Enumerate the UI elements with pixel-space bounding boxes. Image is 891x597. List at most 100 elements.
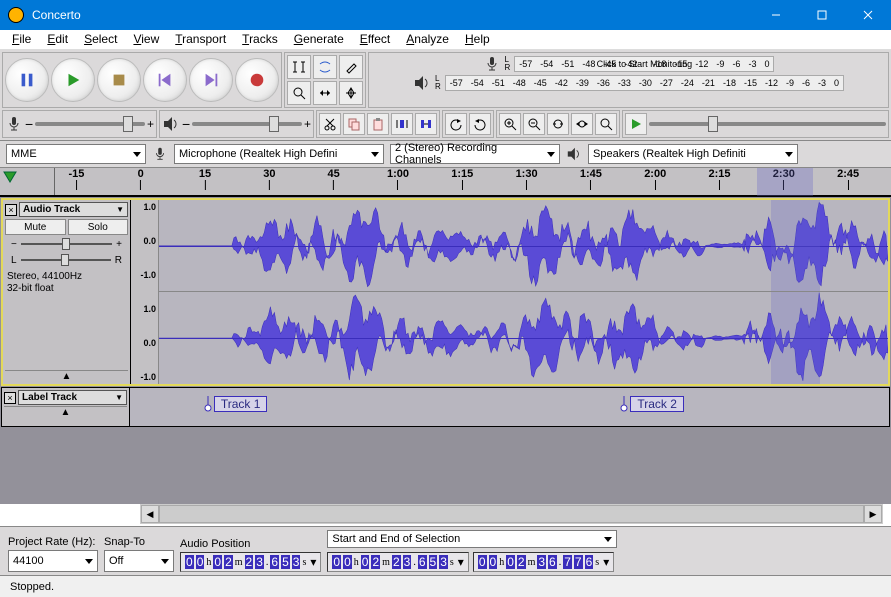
envelope-tool-icon[interactable] xyxy=(313,55,337,79)
playback-volume-slider[interactable]: − + xyxy=(182,116,311,132)
pin-playhead-icon[interactable] xyxy=(2,170,18,186)
rec-lr-label: LR xyxy=(505,56,511,72)
speaker-icon xyxy=(566,146,582,162)
track-close-button[interactable]: × xyxy=(5,204,17,216)
meters-toolbar: LR -57-54-51-48-45-42Click to Start Moni… xyxy=(368,52,889,108)
status-bar: Stopped. xyxy=(0,575,891,597)
project-rate-select[interactable]: 44100 xyxy=(8,550,98,572)
multi-tool-icon[interactable] xyxy=(339,81,363,105)
silence-icon[interactable] xyxy=(415,113,437,135)
stop-button[interactable] xyxy=(97,58,141,102)
trim-icon[interactable] xyxy=(391,113,413,135)
mute-button[interactable]: Mute xyxy=(5,219,66,235)
timeshift-tool-icon[interactable] xyxy=(313,81,337,105)
skip-end-button[interactable] xyxy=(189,58,233,102)
menu-edit[interactable]: Edit xyxy=(39,30,76,49)
horizontal-scrollbar[interactable]: ◀ ▶ xyxy=(140,504,883,524)
mic-icon[interactable] xyxy=(483,55,501,73)
zoom-toolbar xyxy=(496,110,620,138)
selection-mode-select[interactable]: Start and End of Selection xyxy=(327,530,617,548)
fit-selection-icon[interactable] xyxy=(547,113,569,135)
menu-tracks[interactable]: Tracks xyxy=(234,30,286,49)
copy-icon[interactable] xyxy=(343,113,365,135)
undo-icon[interactable] xyxy=(445,113,467,135)
menu-select[interactable]: Select xyxy=(76,30,125,49)
recording-channels-select[interactable]: 2 (Stereo) Recording Channels xyxy=(390,144,560,164)
zoom-tool-icon[interactable] xyxy=(287,81,311,105)
cut-icon[interactable] xyxy=(319,113,341,135)
zoom-out-icon[interactable] xyxy=(523,113,545,135)
edit-toolbar xyxy=(316,110,440,138)
project-rate-label: Project Rate (Hz): xyxy=(8,536,98,548)
selection-toolbar: Project Rate (Hz): 44100 Snap-To Off Aud… xyxy=(0,526,891,575)
menu-transport[interactable]: Transport xyxy=(167,30,234,49)
draw-tool-icon[interactable] xyxy=(339,55,363,79)
audio-host-select[interactable]: MME xyxy=(6,144,146,164)
menu-analyze[interactable]: Analyze xyxy=(398,30,457,49)
chevron-down-icon xyxy=(547,152,555,157)
pan-slider[interactable]: LR xyxy=(5,253,128,267)
gain-slider[interactable]: −+ xyxy=(5,237,128,251)
maximize-button[interactable] xyxy=(799,0,845,30)
device-toolbar: MME Microphone (Realtek High Defini 2 (S… xyxy=(0,141,891,168)
solo-button[interactable]: Solo xyxy=(68,219,129,235)
chevron-down-icon xyxy=(133,152,141,157)
record-button[interactable] xyxy=(235,58,279,102)
close-button[interactable] xyxy=(845,0,891,30)
speaker-icon[interactable] xyxy=(413,74,431,92)
mic-icon xyxy=(5,115,23,133)
tools-toolbar xyxy=(284,52,366,108)
track-collapse-button[interactable]: ▲ xyxy=(5,370,128,382)
recording-volume-slider[interactable]: − + xyxy=(25,116,154,132)
scroll-left-button[interactable]: ◀ xyxy=(141,505,159,523)
mic-icon xyxy=(152,146,168,162)
play-at-speed-button[interactable] xyxy=(625,113,647,135)
track-format-info: Stereo, 44100Hz 32-bit float xyxy=(5,269,128,297)
fit-project-icon[interactable] xyxy=(571,113,593,135)
menu-generate[interactable]: Generate xyxy=(286,30,352,49)
selection-end-field[interactable]: 00h02m36.776s▾ xyxy=(473,552,614,572)
pause-button[interactable] xyxy=(5,58,49,102)
track-name-dropdown[interactable]: Audio Track▼ xyxy=(19,202,128,217)
playback-device-select[interactable]: Speakers (Realtek High Definiti xyxy=(588,144,798,164)
play-button[interactable] xyxy=(51,58,95,102)
zoom-toggle-icon[interactable] xyxy=(595,113,617,135)
selection-start-field[interactable]: 00h02m23.653s▾ xyxy=(327,552,468,572)
track-name-dropdown[interactable]: Label Track▼ xyxy=(18,390,127,405)
chevron-down-icon xyxy=(85,559,93,564)
selection-tool-icon[interactable] xyxy=(287,55,311,79)
playback-meter[interactable]: -57-54-51-48-45-42-39-36-33-30-27-24-21-… xyxy=(445,75,844,91)
redo-icon[interactable] xyxy=(469,113,491,135)
zoom-in-icon[interactable] xyxy=(499,113,521,135)
skip-start-button[interactable] xyxy=(143,58,187,102)
titlebar: Concerto xyxy=(0,0,891,30)
minimize-button[interactable] xyxy=(753,0,799,30)
status-text: Stopped. xyxy=(10,581,54,593)
scroll-right-button[interactable]: ▶ xyxy=(864,505,882,523)
snap-to-select[interactable]: Off xyxy=(104,550,174,572)
transport-toolbar xyxy=(2,52,282,108)
menu-help[interactable]: Help xyxy=(457,30,498,49)
track-close-button[interactable]: × xyxy=(4,392,16,404)
label-marker[interactable]: Track 1 xyxy=(202,396,268,412)
track-collapse-button[interactable]: ▲ xyxy=(4,406,127,418)
menu-view[interactable]: View xyxy=(125,30,167,49)
undo-toolbar xyxy=(442,110,494,138)
snap-to-label: Snap-To xyxy=(104,536,174,548)
recording-meter[interactable]: -57-54-51-48-45-42Click to Start Monitor… xyxy=(514,56,774,72)
label-marker[interactable]: Track 2 xyxy=(618,396,684,412)
window-title: Concerto xyxy=(32,8,753,22)
audio-position-field[interactable]: 00h02m23.653s▾ xyxy=(180,552,321,572)
track-control-panel: × Audio Track▼ Mute Solo −+ LR Stereo, 4… xyxy=(3,200,131,384)
timeline-ruler[interactable]: -1501530451:001:151:301:452:002:152:302:… xyxy=(0,168,891,196)
label-track-body[interactable]: Track 1 Track 2 xyxy=(130,388,889,426)
playback-speed-slider[interactable] xyxy=(649,122,886,126)
menu-effect[interactable]: Effect xyxy=(352,30,398,49)
audio-position-label: Audio Position xyxy=(180,538,321,550)
paste-icon[interactable] xyxy=(367,113,389,135)
recording-device-select[interactable]: Microphone (Realtek High Defini xyxy=(174,144,384,164)
app-logo-icon xyxy=(8,7,24,23)
toolbars: LR -57-54-51-48-45-42Click to Start Moni… xyxy=(0,50,891,141)
menu-file[interactable]: File xyxy=(4,30,39,49)
waveform-display[interactable] xyxy=(159,200,888,384)
